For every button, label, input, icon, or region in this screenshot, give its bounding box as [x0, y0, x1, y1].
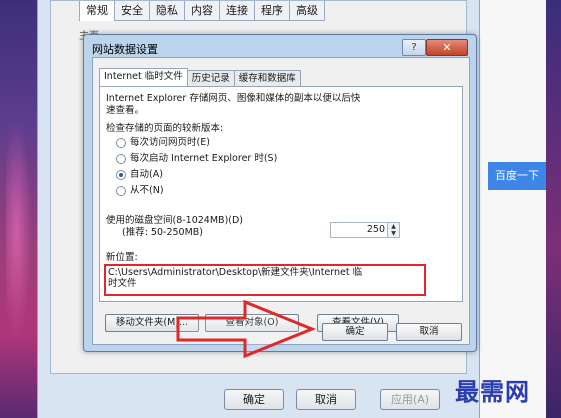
internet-options-tabs: 常规 安全 隐私 内容 连接 程序 高级: [79, 1, 325, 21]
check-versions-label: 检查存储的页面的较新版本:: [106, 123, 224, 134]
dialog-body: Internet 临时文件 历史记录 缓存和数据库 Internet Explo…: [92, 57, 470, 345]
watermark-logo: 最需网: [455, 377, 530, 406]
tab-caches-databases[interactable]: 缓存和数据库: [233, 70, 301, 87]
tab-connections[interactable]: 连接: [219, 1, 255, 21]
description-text: Internet Explorer 存储网页、图像和媒体的副本以便以后快: [106, 93, 361, 104]
move-folder-button[interactable]: 移动文件夹(M)...: [105, 314, 199, 332]
tab-content[interactable]: 内容: [184, 1, 220, 21]
apply-button[interactable]: 应用(A): [380, 389, 440, 410]
website-data-settings-dialog: 网站数据设置 ? ✕ Internet 临时文件 历史记录 缓存和数据库 Int…: [83, 34, 477, 352]
tab-history[interactable]: 历史记录: [186, 70, 235, 87]
spin-arrows-icon[interactable]: ▲ ▼: [387, 223, 399, 237]
desktop-background-right: [546, 0, 561, 418]
tab-privacy[interactable]: 隐私: [149, 1, 185, 21]
new-location-label: 新位置:: [106, 252, 138, 263]
radio-every-visit[interactable]: [116, 138, 126, 148]
internet-options-buttons: 确定 取消 应用(A): [38, 389, 479, 410]
ok-button[interactable]: 确定: [322, 323, 388, 341]
location-path: C:\Users\Administrator\Desktop\新建文件夹\Int…: [108, 267, 363, 278]
disk-space-hint: (推荐: 50-250MB): [122, 227, 203, 238]
disk-space-stepper[interactable]: 250 ▲ ▼: [330, 222, 400, 238]
question-icon[interactable]: ?: [402, 39, 426, 56]
tab-security[interactable]: 安全: [114, 1, 150, 21]
view-objects-button[interactable]: 查看对象(O): [205, 314, 299, 332]
tab-general[interactable]: 常规: [79, 1, 115, 21]
location-path-continued: 时文件: [108, 278, 137, 289]
tab-temporary-files[interactable]: Internet 临时文件: [99, 68, 188, 87]
search-button[interactable]: 百度一下: [488, 162, 546, 190]
ok-button[interactable]: 确定: [224, 389, 284, 410]
dialog-title: 网站数据设置: [92, 43, 158, 56]
close-icon[interactable]: ✕: [426, 39, 468, 56]
radio-automatic[interactable]: [116, 170, 126, 180]
radio-label: 从不(N): [130, 185, 164, 196]
radio-label: 每次访问网页时(E): [130, 137, 210, 148]
description-text-continued: 速查看。: [106, 105, 145, 116]
radio-every-start[interactable]: [116, 154, 126, 164]
tab-programs[interactable]: 程序: [254, 1, 290, 21]
dialog-tabs: Internet 临时文件 历史记录 缓存和数据库: [99, 68, 301, 87]
disk-space-label: 使用的磁盘空间(8-1024MB)(D): [106, 215, 244, 226]
radio-never[interactable]: [116, 186, 126, 196]
disk-space-value: 250: [366, 224, 385, 235]
radio-label: 每次启动 Internet Explorer 时(S): [130, 153, 278, 164]
cancel-button[interactable]: 取消: [396, 323, 462, 341]
cancel-button[interactable]: 取消: [296, 389, 356, 410]
tab-advanced[interactable]: 高级: [289, 1, 325, 21]
temporary-files-panel: Internet Explorer 存储网页、图像和媒体的副本以便以后快 速查看…: [99, 86, 463, 302]
radio-label: 自动(A): [130, 169, 163, 180]
browser-window: [478, 0, 546, 418]
